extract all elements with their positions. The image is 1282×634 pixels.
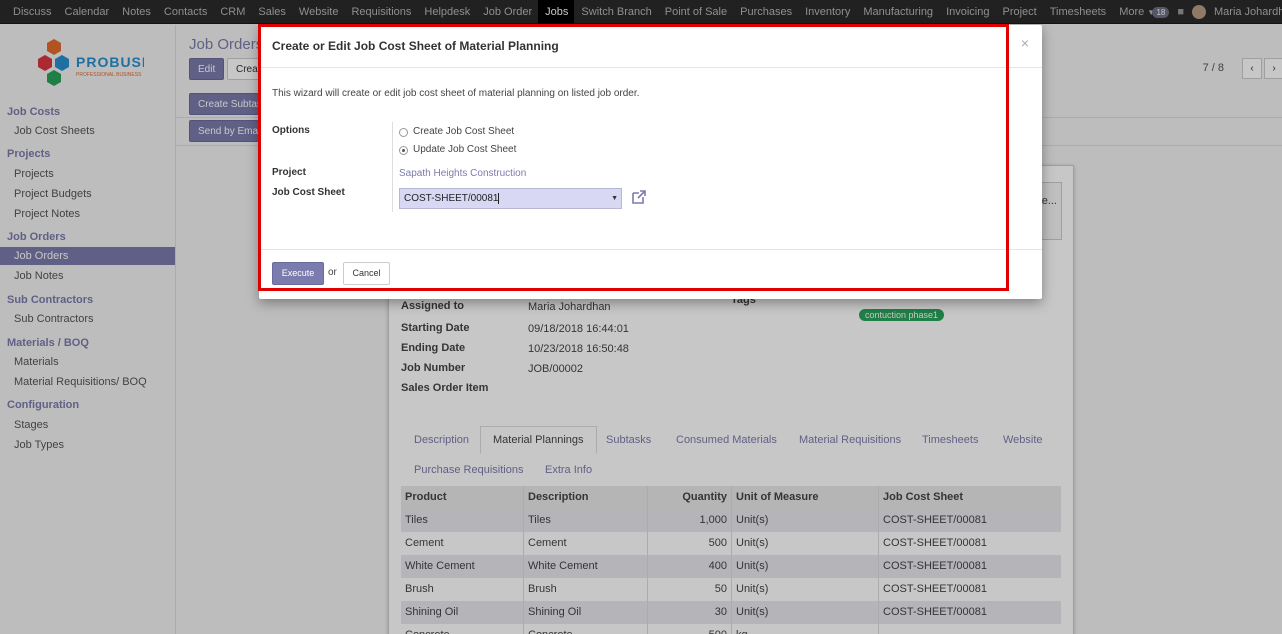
external-link-icon[interactable] (631, 189, 647, 205)
radio-create-job-cost-sheet[interactable] (399, 128, 408, 137)
cancel-button[interactable]: Cancel (343, 262, 390, 285)
divider (259, 249, 1042, 250)
option-create-label[interactable]: Create Job Cost Sheet (413, 126, 514, 137)
divider (259, 67, 1042, 68)
radio-update-job-cost-sheet[interactable] (399, 146, 408, 155)
close-icon[interactable]: × (1021, 35, 1029, 51)
modal-title: Create or Edit Job Cost Sheet of Materia… (272, 39, 559, 53)
or-label: or (328, 267, 337, 278)
job-cost-sheet-value: COST-SHEET/00081 (404, 193, 499, 204)
dropdown-arrow-icon[interactable]: ▼ (611, 189, 618, 208)
job-cost-sheet-select[interactable]: COST-SHEET/00081 ▼ (399, 188, 622, 209)
job-cost-sheet-wizard: Create or Edit Job Cost Sheet of Materia… (259, 25, 1042, 299)
project-link[interactable]: Sapath Heights Construction (399, 168, 526, 179)
divider (392, 122, 393, 212)
options-label: Options (272, 125, 310, 136)
text-cursor (498, 192, 500, 204)
option-update-label[interactable]: Update Job Cost Sheet (413, 144, 516, 155)
job-cost-sheet-label: Job Cost Sheet (272, 187, 345, 198)
modal-description: This wizard will create or edit job cost… (272, 88, 640, 99)
execute-button[interactable]: Execute (272, 262, 324, 285)
project-label: Project (272, 167, 306, 178)
